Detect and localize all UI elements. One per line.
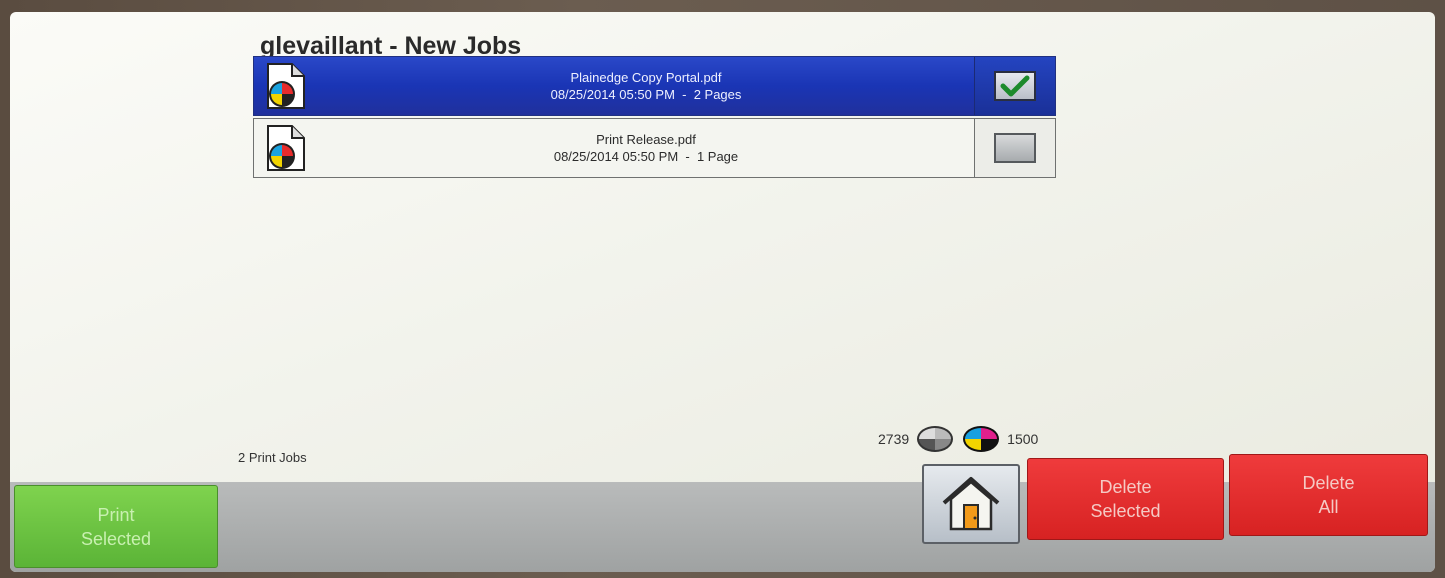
job-info: Plainedge Copy Portal.pdf 08/25/2014 05:… [318, 57, 974, 115]
job-select-cell[interactable] [974, 57, 1055, 115]
job-select-cell[interactable] [974, 119, 1055, 177]
touch-screen: glevaillant - New Jobs Plainedge Copy Po… [10, 12, 1435, 572]
job-name: Plainedge Copy Portal.pdf [570, 70, 722, 85]
button-label-line1: Delete [1302, 473, 1355, 493]
print-selected-button[interactable]: Print Selected [14, 485, 218, 568]
delete-selected-button[interactable]: Delete Selected [1027, 458, 1224, 540]
job-list: Plainedge Copy Portal.pdf 08/25/2014 05:… [253, 56, 1056, 180]
job-details: 08/25/2014 05:50 PM - 1 Page [553, 149, 739, 164]
pdf-document-icon [254, 119, 318, 177]
job-row-1[interactable]: Print Release.pdf 08/25/2014 05:50 PM - … [253, 118, 1056, 178]
pdf-document-icon [254, 57, 318, 115]
cmyk-toner-icon [963, 426, 1000, 452]
delete-all-button[interactable]: Delete All [1229, 454, 1428, 536]
print-job-count: 2 Print Jobs [238, 450, 307, 465]
black-toner-count: 2739 [878, 431, 910, 447]
button-label-line2: Selected [80, 528, 152, 549]
button-label-line1: Print [97, 504, 135, 525]
color-toner-count: 1500 [1007, 431, 1039, 447]
job-checkbox[interactable] [994, 133, 1036, 163]
grayscale-toner-icon [917, 426, 954, 452]
job-row-0[interactable]: Plainedge Copy Portal.pdf 08/25/2014 05:… [253, 56, 1056, 116]
job-checkbox[interactable] [994, 71, 1036, 101]
home-button[interactable] [922, 464, 1020, 544]
job-details: 08/25/2014 05:50 PM - 2 Pages [550, 87, 742, 102]
job-name: Print Release.pdf [596, 132, 696, 147]
home-icon [942, 477, 1000, 531]
button-label-line1: Delete [1099, 477, 1152, 497]
job-info: Print Release.pdf 08/25/2014 05:50 PM - … [318, 119, 974, 177]
button-label-line2: All [1318, 497, 1339, 517]
checkmark-icon [1000, 75, 1030, 97]
button-label-line2: Selected [1090, 501, 1161, 521]
toner-status: 2739 1500 [878, 425, 1038, 453]
